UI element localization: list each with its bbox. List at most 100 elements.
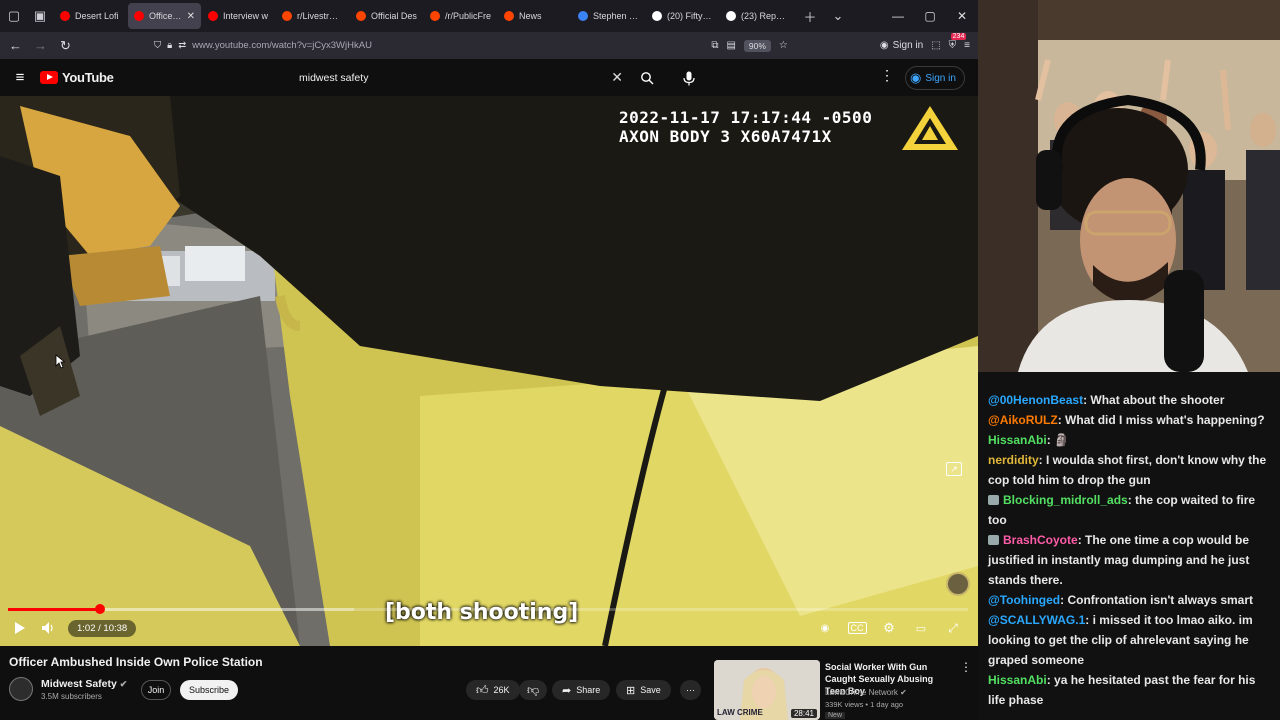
- join-button[interactable]: Join: [141, 680, 171, 700]
- url-text[interactable]: www.youtube.com/watch?v=jCyx3WjHkAU: [192, 40, 372, 51]
- recommended-thumbnail[interactable]: LAW CRIME 28:41: [714, 660, 820, 720]
- chat-text: : What did I miss what's happening?: [1057, 413, 1265, 427]
- clear-search-icon[interactable]: ✕: [611, 69, 623, 86]
- browser-tab[interactable]: /r/PublicFre: [424, 3, 497, 29]
- channel-watermark[interactable]: [946, 572, 970, 596]
- settings-button[interactable]: ⚙: [874, 616, 904, 640]
- close-window-icon[interactable]: ✕: [946, 9, 978, 23]
- chat-username[interactable]: HissanAbi: [988, 433, 1047, 447]
- captions-icon: CC: [847, 622, 867, 634]
- search-input[interactable]: midwest safety ✕: [289, 65, 629, 91]
- minimize-icon[interactable]: —: [882, 9, 914, 23]
- chat-username[interactable]: @AikoRULZ: [988, 413, 1058, 427]
- subtitles-button[interactable]: CC: [842, 616, 872, 640]
- browser-tab[interactable]: Desert Lofi: [54, 3, 127, 29]
- lock-icon[interactable]: 🔒︎: [167, 40, 172, 51]
- tab-favicon-icon: [282, 11, 292, 21]
- tab-favicon-icon: [430, 11, 440, 21]
- tab-list-icon[interactable]: ▣: [26, 2, 54, 30]
- browser-tab[interactable]: Official Des: [350, 3, 423, 29]
- new-badge: New: [825, 712, 846, 719]
- verified-icon: ✔: [900, 688, 907, 697]
- bookmark-star-icon[interactable]: ☆: [779, 40, 788, 51]
- theater-mode-button[interactable]: ▭: [906, 616, 936, 640]
- tab-favicon-icon: [60, 11, 70, 21]
- youtube-sign-in-button[interactable]: ◉ Sign in: [905, 66, 965, 90]
- verified-icon: ✔: [119, 679, 128, 689]
- progress-bar[interactable]: [8, 604, 968, 614]
- play-button[interactable]: [4, 616, 34, 640]
- chat-username[interactable]: HissanAbi: [988, 673, 1047, 687]
- player-controls: 1:02 / 10:38 ◉ CC ⚙ ▭ ⤢: [0, 616, 978, 640]
- more-actions-button[interactable]: ⋯: [680, 680, 701, 700]
- miniplayer-icon[interactable]: ↗: [946, 462, 962, 476]
- new-tab-icon[interactable]: ＋: [796, 2, 824, 30]
- browser-tab[interactable]: Officer A ✕: [128, 3, 201, 29]
- shield-icon[interactable]: ⛉: [154, 40, 161, 51]
- ublock-icon[interactable]: ⛨ 234: [949, 33, 967, 51]
- dislike-button[interactable]: 👎︎: [519, 680, 548, 700]
- fullscreen-button[interactable]: ⤢: [938, 616, 968, 640]
- share-button[interactable]: ➦ Share: [552, 680, 611, 700]
- search-button[interactable]: [634, 65, 660, 91]
- channel-name[interactable]: Midwest Safety ✔: [41, 678, 127, 690]
- back-icon[interactable]: ←: [3, 33, 28, 58]
- tab-menu-chevron-icon[interactable]: ⌄: [824, 2, 852, 30]
- tab-label: Interview w: [223, 11, 269, 21]
- recommended-video[interactable]: LAW CRIME 28:41 Social Worker With Gun C…: [714, 660, 972, 720]
- more-options-icon[interactable]: ⋮: [880, 67, 894, 84]
- share-icon: ➦: [562, 684, 572, 697]
- chat-username[interactable]: nerdidity: [988, 453, 1039, 467]
- hamburger-menu-icon[interactable]: ≡: [964, 40, 970, 51]
- volume-button[interactable]: [34, 616, 64, 640]
- recommended-more-icon[interactable]: ⋮: [960, 660, 972, 674]
- search-icon: [641, 72, 654, 85]
- browser-tab[interactable]: Interview w: [202, 3, 275, 29]
- autoplay-toggle[interactable]: ◉: [810, 616, 840, 640]
- tab-overview-icon[interactable]: ▢: [2, 2, 26, 30]
- gear-icon: ⚙: [883, 620, 895, 635]
- maximize-icon[interactable]: ▢: [914, 9, 946, 23]
- voice-search-button[interactable]: [676, 65, 702, 91]
- zoom-level[interactable]: 90%: [743, 39, 771, 52]
- chat-username[interactable]: @Toohinged: [988, 593, 1060, 607]
- browser-tab[interactable]: (20) Fifty Sh: [646, 3, 719, 29]
- video-duration: 28:41: [790, 709, 817, 718]
- time-display: 1:02 / 10:38: [68, 619, 137, 637]
- guide-menu-icon[interactable]: ≡: [0, 69, 40, 86]
- tab-label: (20) Fifty Sh: [667, 11, 713, 21]
- chat-username[interactable]: @00HenonBeast: [988, 393, 1083, 407]
- close-tab-icon[interactable]: ✕: [187, 11, 195, 22]
- recommended-channel[interactable]: Law&Crime Network ✔: [825, 688, 907, 697]
- forward-icon[interactable]: →: [28, 33, 53, 58]
- subscribe-button[interactable]: Subscribe: [180, 680, 238, 700]
- browser-tab[interactable]: Stephen Co: [572, 3, 645, 29]
- browser-sign-in-button[interactable]: ◉ Sign in: [880, 40, 923, 51]
- video-player[interactable]: 2022-11-17 17:17:44 -0500 AXON BODY 3 X6…: [0, 96, 978, 646]
- like-button[interactable]: 👍︎ 26K: [466, 680, 520, 700]
- picture-in-picture-icon[interactable]: ⧉: [711, 40, 718, 51]
- browser-tab[interactable]: r/Livestrean: [276, 3, 349, 29]
- reload-icon[interactable]: ↻: [53, 33, 78, 58]
- chat-username[interactable]: Blocking_midroll_ads: [1003, 493, 1128, 507]
- chat-badge-icon: [988, 495, 999, 505]
- channel-avatar[interactable]: [9, 677, 33, 701]
- browser-tab[interactable]: News: [498, 3, 571, 29]
- url-bar[interactable]: ⛉ 🔒︎ ⇄ www.youtube.com/watch?v=jCyx3WjHk…: [148, 35, 698, 57]
- youtube-logo[interactable]: YouTube: [40, 70, 114, 85]
- chat-message-list: @00HenonBeast: What about the shooter @Ai…: [988, 390, 1274, 710]
- chat-message: @Toohinged: Confrontation isn't always s…: [988, 590, 1274, 610]
- tab-label: /r/PublicFre: [445, 11, 491, 21]
- screenshot-icon[interactable]: ▤: [726, 40, 735, 51]
- chat-username[interactable]: @SCALLYWAG.1: [988, 613, 1085, 627]
- browser-tab[interactable]: (23) Republ: [720, 3, 793, 29]
- scrubber-handle[interactable]: [94, 604, 105, 614]
- video-info: Officer Ambushed Inside Own Police Stati…: [0, 646, 978, 720]
- save-button[interactable]: ⊞ Save: [616, 680, 671, 700]
- extensions-icon[interactable]: ⬚: [931, 40, 940, 51]
- subscriber-count: 3.5M subscribers: [41, 692, 102, 701]
- chat-username[interactable]: BrashCoyote: [1003, 533, 1078, 547]
- tab-label: Desert Lofi: [75, 11, 119, 21]
- permissions-icon[interactable]: ⇄: [178, 40, 186, 51]
- chat-message: nerdidity: I woulda shot first, don't kn…: [988, 450, 1274, 490]
